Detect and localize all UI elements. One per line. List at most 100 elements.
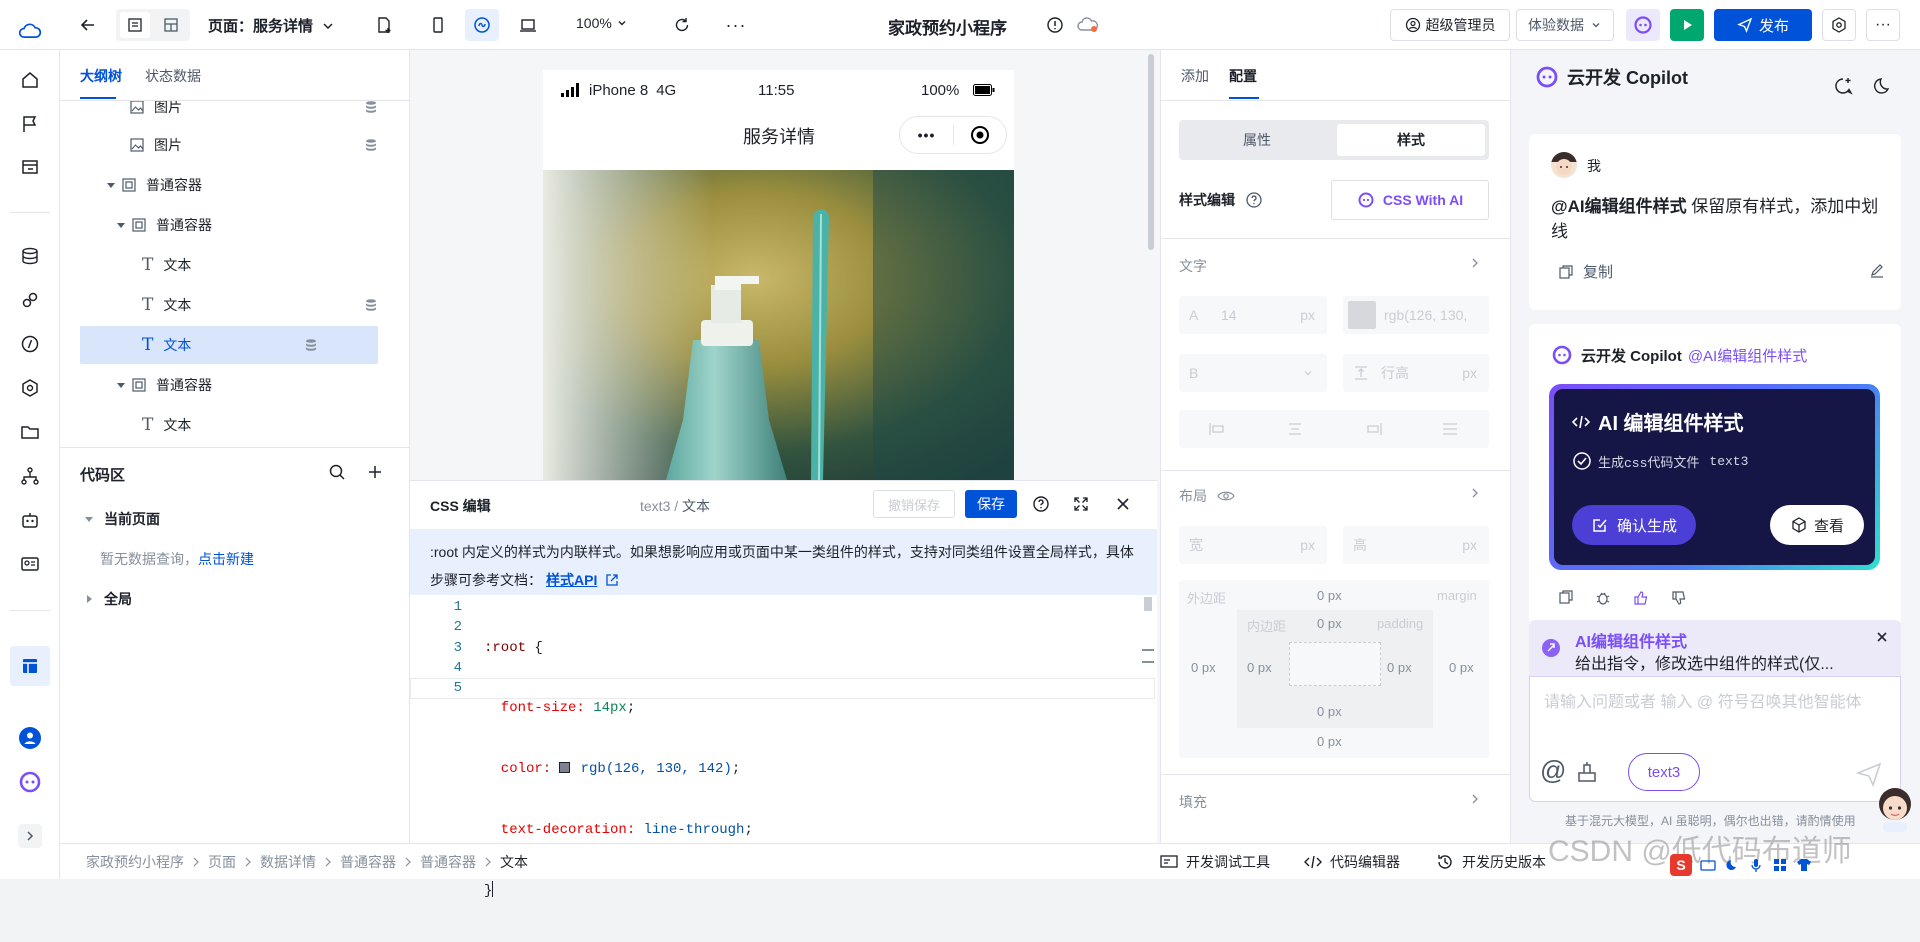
tree-node-image[interactable]: 图片: [80, 126, 410, 164]
style-api-link[interactable]: 样式API: [546, 572, 597, 588]
fill-section-expand-icon[interactable]: [1469, 793, 1481, 805]
mention-icon[interactable]: @: [1540, 755, 1566, 786]
segment-style[interactable]: 样式: [1337, 124, 1485, 156]
external-link-icon[interactable]: [605, 573, 619, 587]
fullscreen-icon[interactable]: [1072, 495, 1090, 513]
add-icon[interactable]: [366, 463, 384, 481]
close-miniprogram-icon[interactable]: [954, 125, 1006, 145]
page-selector[interactable]: 页面：服务详情: [208, 15, 335, 36]
layout-editor-icon[interactable]: [10, 646, 50, 686]
function-icon[interactable]: [18, 332, 42, 356]
user-avatar-icon[interactable]: [18, 726, 42, 750]
back-icon[interactable]: [72, 9, 104, 41]
height-input[interactable]: 高 px: [1343, 526, 1489, 564]
breadcrumb-item[interactable]: 普通容器: [420, 852, 476, 872]
margin-bottom-value[interactable]: 0 px: [1317, 734, 1342, 749]
bug-icon[interactable]: [1595, 590, 1611, 606]
tab-config[interactable]: 配置: [1229, 66, 1257, 86]
font-color-swatch[interactable]: [1348, 301, 1376, 329]
refresh-icon[interactable]: [666, 9, 698, 41]
margin-right-value[interactable]: 0 px: [1449, 660, 1474, 675]
more-icon[interactable]: ···: [720, 9, 752, 41]
chat-input-box[interactable]: 请输入问题或者 输入 @ 符号召唤其他智能体 @ text3: [1529, 676, 1901, 802]
new-chat-icon[interactable]: [1833, 76, 1853, 96]
home-icon[interactable]: [18, 68, 42, 92]
align-justify-icon[interactable]: [1441, 422, 1459, 436]
add-page-icon[interactable]: [368, 9, 400, 41]
dashboard-icon[interactable]: [18, 156, 42, 180]
code-scrollbar[interactable]: [1144, 597, 1152, 611]
flag-icon[interactable]: [18, 112, 42, 136]
role-button[interactable]: 超级管理员: [1390, 9, 1510, 41]
eye-icon[interactable]: [1217, 489, 1235, 503]
list-icon[interactable]: [120, 12, 150, 38]
help-icon[interactable]: [1032, 495, 1050, 513]
cloud-logo-icon[interactable]: [18, 20, 42, 44]
breadcrumb-item[interactable]: 数据详情: [260, 852, 316, 872]
data-mode-select[interactable]: 体验数据: [1516, 9, 1614, 41]
caret-down-icon[interactable]: [116, 380, 126, 390]
product-image[interactable]: [543, 170, 1014, 480]
undo-save-button[interactable]: 撤销保存: [873, 490, 955, 518]
search-icon[interactable]: [328, 463, 346, 481]
margin-top-value[interactable]: 0 px: [1317, 588, 1342, 603]
tree-node-container[interactable]: 普通容器: [80, 166, 410, 204]
keyboard-icon[interactable]: [1700, 857, 1716, 873]
workflow-icon[interactable]: [18, 464, 42, 488]
tree-node-text-selected[interactable]: T 文本: [80, 326, 378, 364]
segment-attributes[interactable]: 属性: [1183, 124, 1331, 156]
database-icon[interactable]: [18, 244, 42, 268]
confirm-generate-button[interactable]: 确认生成: [1572, 505, 1696, 545]
assistant-avatar[interactable]: [1875, 784, 1915, 832]
padding-top-value[interactable]: 0 px: [1317, 616, 1342, 631]
tree-node-text[interactable]: T 文本: [80, 246, 410, 284]
line-height-input[interactable]: 行高 px: [1343, 354, 1489, 392]
expand-icon[interactable]: [18, 824, 42, 848]
copilot-toggle-icon[interactable]: [1626, 9, 1660, 41]
code-editor-button[interactable]: 代码编辑器: [1304, 852, 1400, 872]
info-icon[interactable]: [1042, 9, 1068, 41]
text-section-expand-icon[interactable]: [1469, 257, 1481, 269]
caret-down-icon[interactable]: [106, 180, 116, 190]
breadcrumb-item-current[interactable]: 文本: [500, 852, 528, 872]
hexagon-icon[interactable]: [18, 376, 42, 400]
font-weight-select[interactable]: B: [1179, 354, 1327, 392]
dark-mode-icon[interactable]: [1873, 76, 1893, 96]
tree-node-image[interactable]: 图片: [80, 101, 410, 126]
miniprogram-view-icon[interactable]: [465, 9, 499, 41]
view-button[interactable]: 查看: [1770, 505, 1864, 545]
margin-left-value[interactable]: 0 px: [1191, 660, 1216, 675]
help-icon[interactable]: [1245, 191, 1263, 209]
font-color-input[interactable]: rgb(126, 130,: [1343, 296, 1489, 334]
link-icon[interactable]: [18, 288, 42, 312]
selected-component-chip[interactable]: text3: [1628, 753, 1700, 791]
padding-right-value[interactable]: 0 px: [1387, 660, 1412, 675]
width-input[interactable]: 宽 px: [1179, 526, 1327, 564]
plugin-icon[interactable]: [1576, 761, 1598, 783]
align-right-icon[interactable]: [1364, 422, 1382, 436]
global-group[interactable]: 全局: [84, 589, 132, 609]
folder-cloud-icon[interactable]: [18, 420, 42, 444]
desktop-view-icon[interactable]: [512, 9, 544, 41]
menu-dots-icon[interactable]: •••: [900, 127, 953, 143]
tree-node-container[interactable]: 普通容器: [80, 206, 410, 244]
moon-icon[interactable]: [1724, 857, 1740, 873]
layout-section-expand-icon[interactable]: [1469, 487, 1481, 499]
padding-left-value[interactable]: 0 px: [1247, 660, 1272, 675]
cloud-status-icon[interactable]: [1074, 9, 1102, 41]
zoom-select[interactable]: 100%: [576, 15, 628, 31]
id-card-icon[interactable]: [18, 552, 42, 576]
mobile-view-icon[interactable]: [422, 9, 454, 41]
current-page-group[interactable]: 当前页面: [84, 509, 160, 529]
grid-apps-icon[interactable]: [1772, 857, 1788, 873]
history-button[interactable]: 开发历史版本: [1436, 852, 1546, 872]
robot-icon[interactable]: [18, 508, 42, 532]
publish-button[interactable]: 发布: [1714, 9, 1812, 41]
css-with-ai-button[interactable]: CSS With AI: [1331, 180, 1489, 220]
thumbs-down-icon[interactable]: [1671, 590, 1687, 606]
copy-icon[interactable]: [1559, 590, 1573, 604]
copy-button[interactable]: 复制: [1559, 261, 1613, 282]
breadcrumb-item[interactable]: 页面: [208, 852, 236, 872]
tree-node-text[interactable]: T 文本: [80, 286, 410, 324]
tree-node-text[interactable]: T 文本: [80, 406, 410, 444]
